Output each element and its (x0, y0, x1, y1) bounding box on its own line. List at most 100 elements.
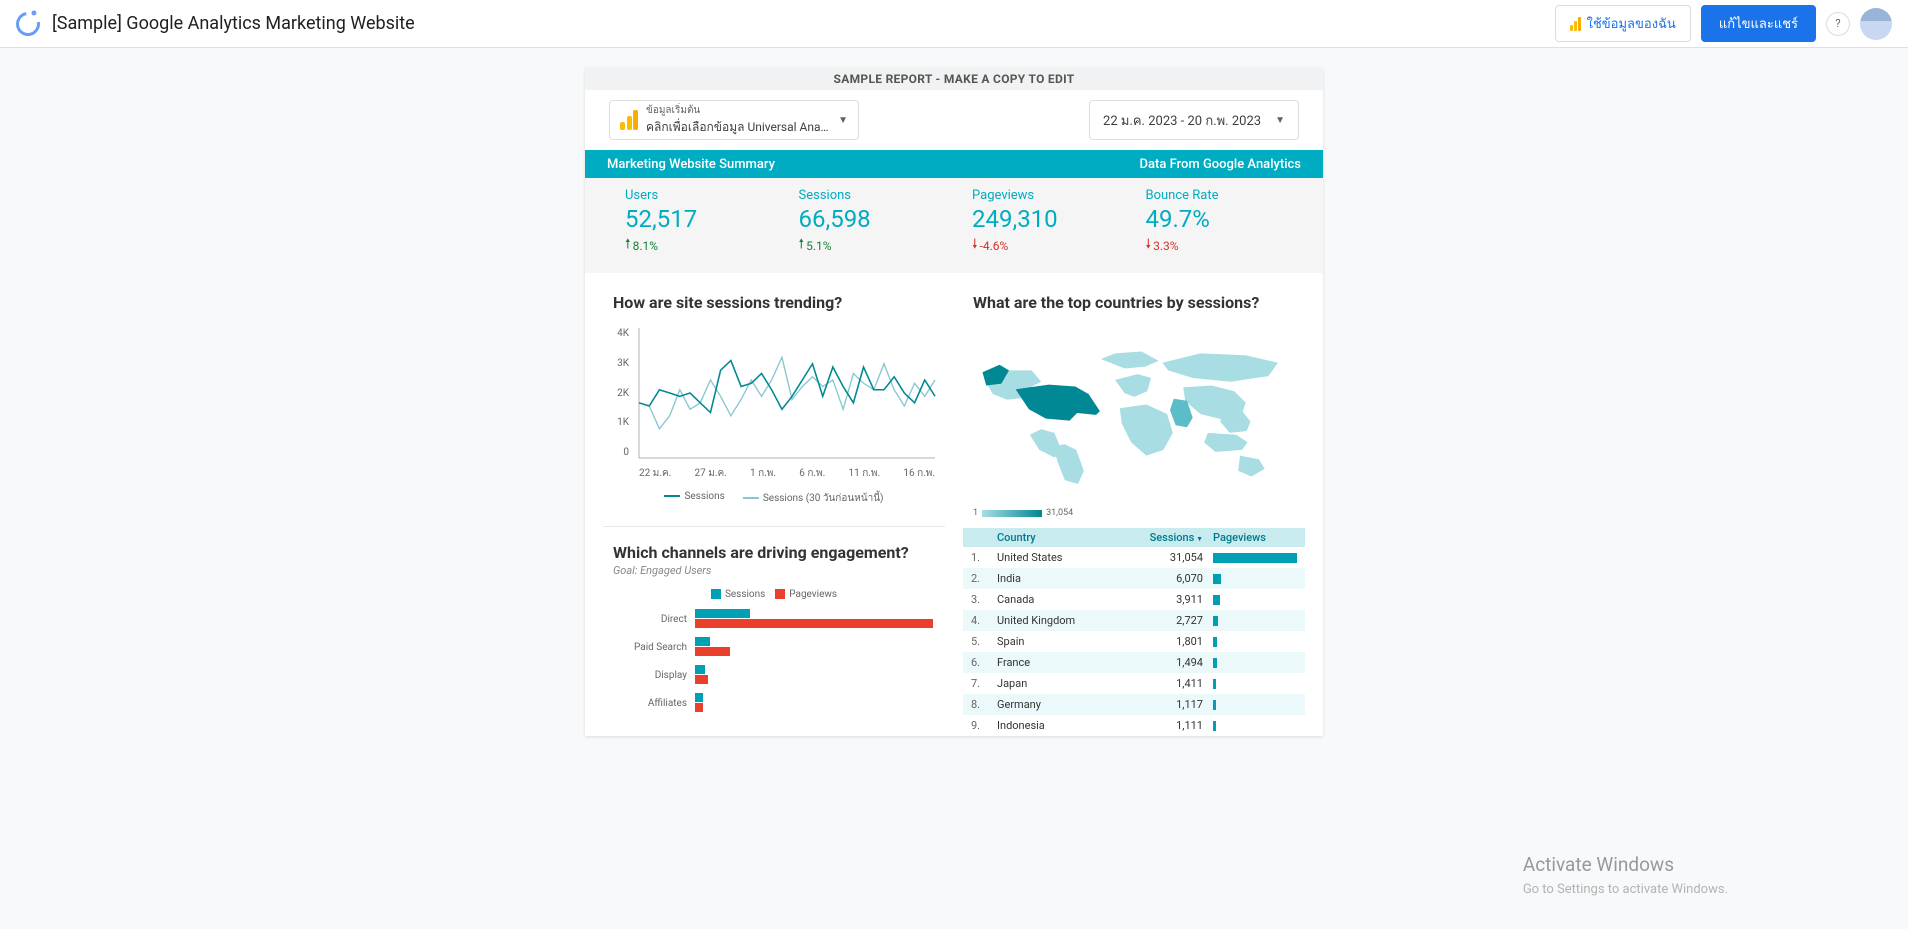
sessions-trend-chart[interactable]: 4K3K2K1K0 22 ม.ค.27 ม.ค.1 ก.พ.6 ก.พ.11 ก… (603, 328, 945, 483)
pageviews-bar (1213, 616, 1218, 626)
kpi-pageviews[interactable]: Pageviews 249,310🠗 -4.6% (954, 188, 1128, 257)
header-right: ใช้ข้อมูลของฉัน แก้ไขและแชร์ ? (1555, 5, 1892, 42)
report-card: SAMPLE REPORT - MAKE A COPY TO EDIT ข้อม… (585, 68, 1323, 736)
strip-left: Marketing Website Summary (607, 157, 775, 172)
table-row[interactable]: 1.United States31,054 (963, 547, 1305, 568)
country-table[interactable]: Country Sessions Pageviews 1.United Stat… (963, 518, 1305, 736)
channel-label: Direct (603, 614, 695, 625)
table-row[interactable]: 7.Japan1,411 (963, 673, 1305, 694)
scale-max: 31,054 (1046, 508, 1073, 518)
country-name: United Kingdom (997, 614, 1123, 627)
table-row[interactable]: 6.France1,494 (963, 652, 1305, 673)
pageviews-bar (695, 619, 933, 628)
channels-title: Which channels are driving engagement? (603, 543, 945, 562)
kpi-bounce-rate[interactable]: Bounce Rate49.7%🠗 3.3% (1128, 188, 1302, 257)
country-name: Spain (997, 635, 1123, 648)
kpi-change: 🠕 8.1% (625, 235, 781, 257)
google-analytics-icon (620, 110, 638, 130)
kpi-value: 49.7% (1146, 205, 1302, 233)
col-pageviews[interactable]: Pageviews (1203, 531, 1297, 544)
use-my-data-label: ใช้ข้อมูลของฉัน (1587, 13, 1676, 34)
country-name: Indonesia (997, 719, 1123, 732)
kpi-row: Users52,517🠕 8.1%Sessions66,598🠕 5.1%Pag… (585, 178, 1323, 273)
left-column: How are site sessions trending? 4K3K2K1K… (603, 293, 945, 736)
kpi-label: Bounce Rate (1146, 188, 1302, 203)
two-column-layout: How are site sessions trending? 4K3K2K1K… (585, 273, 1323, 736)
use-my-data-button[interactable]: ใช้ข้อมูลของฉัน (1555, 5, 1691, 42)
sessions-value: 1,494 (1123, 656, 1203, 669)
edit-and-share-button[interactable]: แก้ไขและแชร์ (1701, 5, 1816, 42)
sessions-value: 1,117 (1123, 698, 1203, 711)
kpi-change: 🠕 5.1% (799, 235, 955, 257)
user-avatar[interactable] (1860, 8, 1892, 40)
trend-y-axis: 4K3K2K1K0 (609, 328, 629, 458)
legend-sessions: Sessions (664, 491, 724, 506)
strip-right: Data From Google Analytics (1140, 157, 1301, 172)
report-title: [Sample] Google Analytics Marketing Webs… (52, 13, 415, 34)
table-row[interactable]: 8.Germany1,117 (963, 694, 1305, 715)
pageviews-bar (1213, 700, 1216, 710)
data-source-picker[interactable]: ข้อมูลเริ่มต้น คลิกเพื่อเลือกข้อมูล Univ… (609, 100, 859, 140)
watermark-heading: Activate Windows (1523, 851, 1728, 880)
arrow-up-icon: 🠕 (625, 235, 631, 257)
google-analytics-icon (1570, 17, 1581, 31)
channel-row: Display (603, 664, 945, 686)
top-bar: [Sample] Google Analytics Marketing Webs… (0, 0, 1908, 48)
legend-ch-pageviews: Pageviews (775, 589, 837, 600)
pageviews-bar (1213, 679, 1216, 689)
kpi-value: 249,310 (972, 205, 1128, 233)
channel-row: Paid Search (603, 636, 945, 658)
channel-row: Direct (603, 608, 945, 630)
channel-label: Affiliates (603, 698, 695, 709)
summary-strip: Marketing Website Summary Data From Goog… (585, 150, 1323, 178)
channel-bars (695, 608, 945, 630)
pageviews-bar (1213, 595, 1220, 605)
legend-ch-sessions: Sessions (711, 589, 765, 600)
channel-row: Affiliates (603, 692, 945, 714)
table-row[interactable]: 9.Indonesia1,111 (963, 715, 1305, 736)
arrow-up-icon: 🠕 (799, 235, 805, 257)
country-name: Germany (997, 698, 1123, 711)
chevron-down-icon: ▼ (1275, 115, 1285, 126)
data-source-text: ข้อมูลเริ่มต้น คลิกเพื่อเลือกข้อมูล Univ… (646, 103, 830, 137)
pageviews-bar (1213, 658, 1217, 668)
channels-chart[interactable]: Sessions Pageviews Direct Paid Search Disp… (603, 577, 945, 714)
channel-label: Display (603, 670, 695, 681)
table-row[interactable]: 3.Canada3,911 (963, 589, 1305, 610)
channels-subtitle: Goal: Engaged Users (603, 564, 945, 577)
gradient-bar-icon (982, 510, 1042, 517)
date-range-value: 22 ม.ค. 2023 - 20 ก.พ. 2023 (1103, 110, 1261, 131)
col-country[interactable]: Country (997, 531, 1123, 544)
channel-bars (695, 692, 945, 714)
country-name: Japan (997, 677, 1123, 690)
pageviews-bar (695, 703, 703, 712)
kpi-value: 52,517 (625, 205, 781, 233)
kpi-label: Users (625, 188, 781, 203)
world-map-chart[interactable]: 1 31,054 (963, 328, 1305, 518)
channel-label: Paid Search (603, 642, 695, 653)
kpi-sessions[interactable]: Sessions66,598🠕 5.1% (781, 188, 955, 257)
kpi-users[interactable]: Users 52,517🠕 8.1% (607, 188, 781, 257)
pageviews-bar (1213, 721, 1216, 731)
kpi-value: 66,598 (799, 205, 955, 233)
sessions-value: 1,801 (1123, 635, 1203, 648)
pageviews-bar (1213, 637, 1217, 647)
kpi-change: 🠗 -4.6% (972, 235, 1128, 257)
canvas-area: SAMPLE REPORT - MAKE A COPY TO EDIT ข้อม… (0, 48, 1908, 736)
date-range-picker[interactable]: 22 ม.ค. 2023 - 20 ก.พ. 2023 ▼ (1089, 100, 1299, 140)
col-sessions[interactable]: Sessions (1123, 531, 1203, 544)
sessions-value: 2,727 (1123, 614, 1203, 627)
table-row[interactable]: 2.India6,070 (963, 568, 1305, 589)
country-table-header: Country Sessions Pageviews (963, 528, 1305, 547)
sessions-value: 1,411 (1123, 677, 1203, 690)
kpi-label: Pageviews (972, 188, 1128, 203)
data-source-label: ข้อมูลเริ่มต้น (646, 103, 830, 118)
sessions-value: 1,111 (1123, 719, 1203, 732)
help-button[interactable]: ? (1826, 12, 1850, 36)
pageviews-bar (1213, 553, 1297, 563)
table-row[interactable]: 5.Spain1,801 (963, 631, 1305, 652)
table-row[interactable]: 4.United Kingdom2,727 (963, 610, 1305, 631)
windows-activation-watermark: Activate Windows Go to Settings to activ… (1523, 851, 1728, 899)
sessions-value: 31,054 (1123, 551, 1203, 564)
watermark-sub: Go to Settings to activate Windows. (1523, 880, 1728, 900)
